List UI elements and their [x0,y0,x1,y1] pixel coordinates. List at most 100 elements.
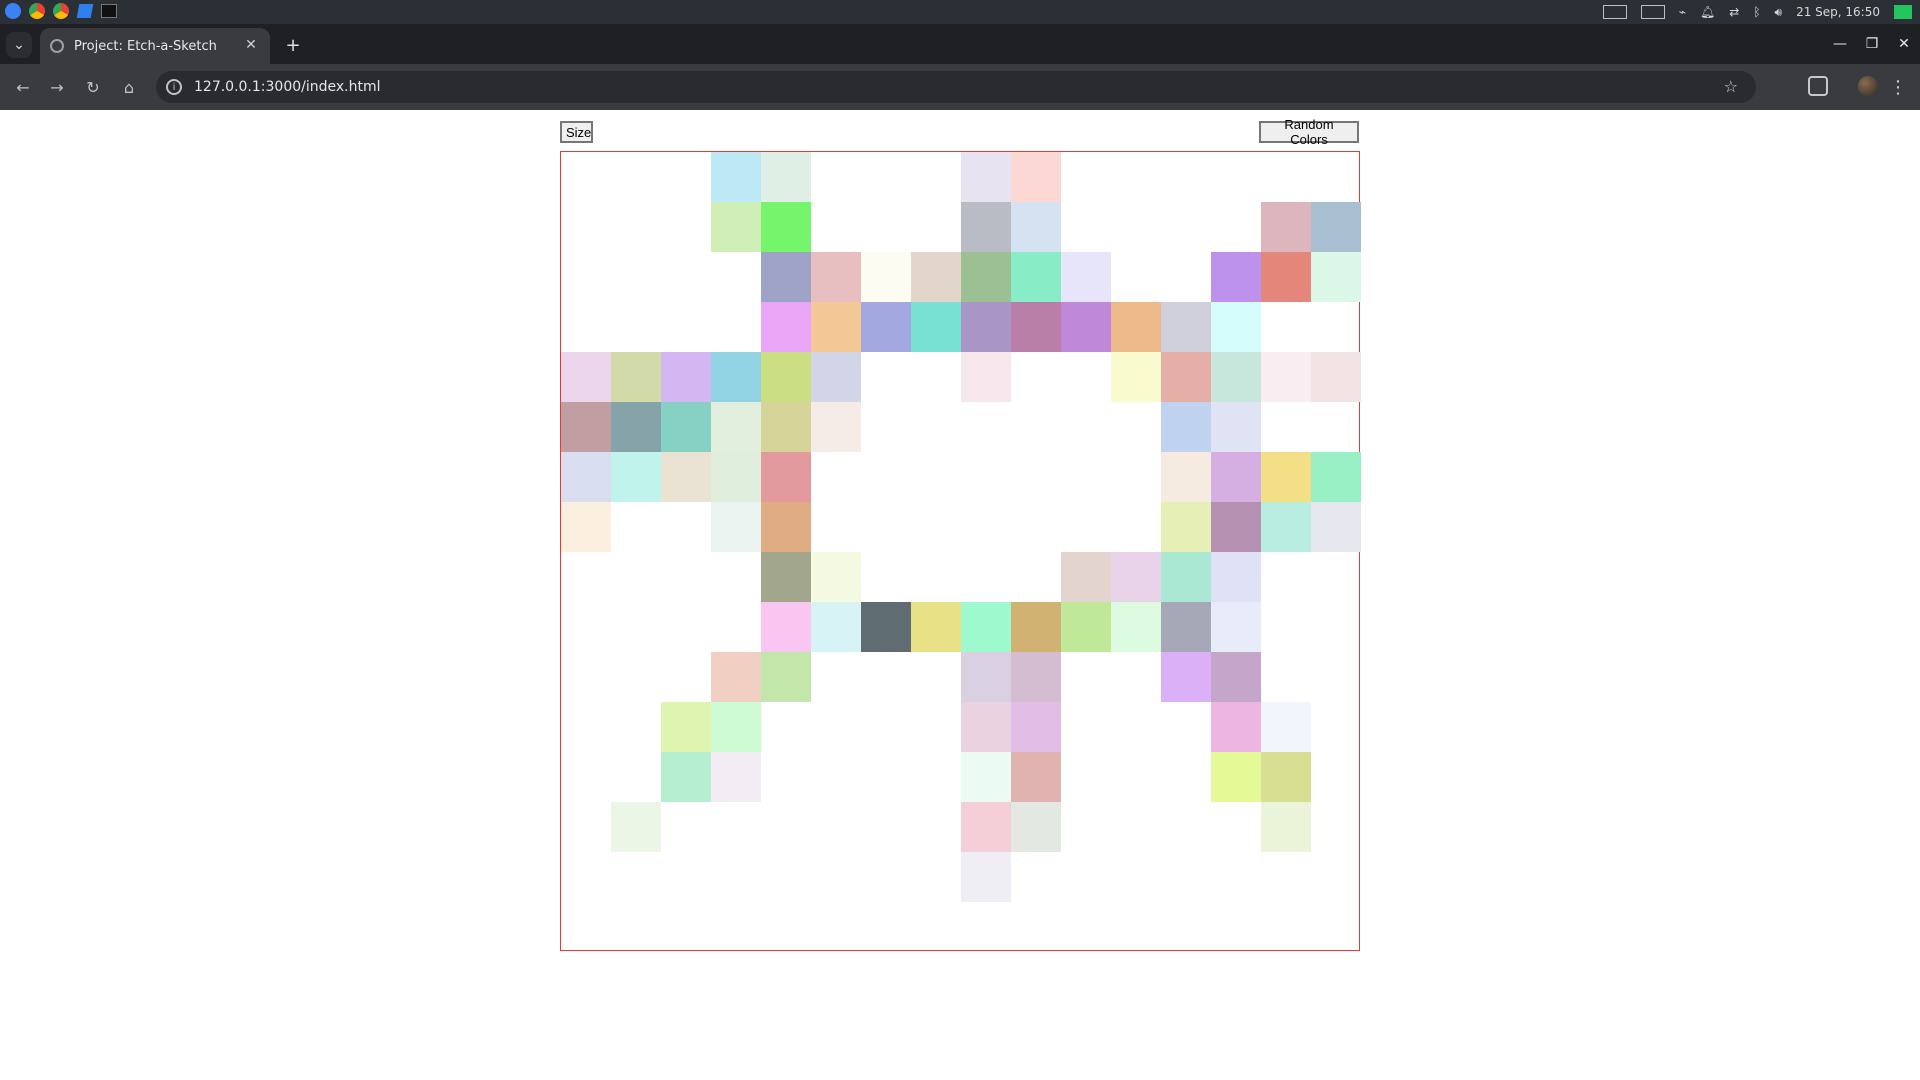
bookmark-star-icon[interactable]: ☆ [1724,77,1738,96]
vscode-icon[interactable] [76,2,94,20]
grid-cell[interactable] [1011,802,1061,852]
chrome-icon[interactable] [28,2,46,20]
grid-cell[interactable] [661,452,711,502]
grid-cell[interactable] [561,502,611,552]
grid-cell[interactable] [961,852,1011,902]
url-text[interactable]: 127.0.0.1:3000/index.html [194,79,381,95]
profile-avatar[interactable] [1858,76,1878,96]
grid-cell[interactable] [711,152,761,202]
grid-cell[interactable] [761,302,811,352]
grid-cell[interactable] [711,202,761,252]
grid-cell[interactable] [1161,502,1211,552]
grid-cell[interactable] [561,352,611,402]
extensions-icon[interactable] [1808,76,1828,96]
grid-cell[interactable] [861,602,911,652]
random-colors-button[interactable]: Random Colors [1259,117,1359,147]
grid-cell[interactable] [1261,352,1311,402]
grid-cell[interactable] [1211,702,1261,752]
grid-cell[interactable] [761,502,811,552]
grid-cell[interactable] [861,252,911,302]
grid-cell[interactable] [561,452,611,502]
grid-cell[interactable] [1261,752,1311,802]
grid-cell[interactable] [761,552,811,602]
grid-cell[interactable] [1011,702,1061,752]
grid-cell[interactable] [1211,752,1261,802]
grid-cell[interactable] [861,302,911,352]
grid-cell[interactable] [961,352,1011,402]
grid-cell[interactable] [711,352,761,402]
sketch-grid[interactable] [560,151,1361,951]
grid-cell[interactable] [961,752,1011,802]
grid-cell[interactable] [811,402,861,452]
grid-cell[interactable] [1311,452,1361,502]
grid-cell[interactable] [1111,602,1161,652]
datetime[interactable]: 21 Sep, 16:50 [1796,5,1880,19]
grid-cell[interactable] [661,352,711,402]
grid-cell[interactable] [811,302,861,352]
grid-cell[interactable] [761,152,811,202]
volume-icon[interactable]: 🔊︎ [1775,5,1783,20]
grid-cell[interactable] [1261,252,1311,302]
grid-cell[interactable] [1161,602,1211,652]
grid-cell[interactable] [961,702,1011,752]
grid-cell[interactable] [961,652,1011,702]
grid-cell[interactable] [1311,252,1361,302]
grid-cell[interactable] [761,452,811,502]
grid-cell[interactable] [711,752,761,802]
grid-cell[interactable] [961,202,1011,252]
forward-icon[interactable]: → [44,74,70,100]
grid-cell[interactable] [1211,652,1261,702]
grid-cell[interactable] [961,152,1011,202]
address-bar[interactable]: i 127.0.0.1:3000/index.html ☆ [156,71,1756,103]
sync-icon[interactable]: ⇄ [1729,5,1739,19]
grid-cell[interactable] [811,252,861,302]
grid-cell[interactable] [911,302,961,352]
grid-cell[interactable] [1161,352,1211,402]
grid-cell[interactable] [1261,202,1311,252]
grid-cell[interactable] [961,802,1011,852]
grid-cell[interactable] [1011,752,1061,802]
reload-icon[interactable]: ↻ [80,74,106,100]
grid-cell[interactable] [661,752,711,802]
grid-cell[interactable] [1111,352,1161,402]
close-tab-icon[interactable]: ✕ [242,36,260,54]
grid-cell[interactable] [1161,402,1211,452]
site-info-icon[interactable]: i [166,79,182,95]
grid-cell[interactable] [811,602,861,652]
grid-cell[interactable] [1211,452,1261,502]
grid-cell[interactable] [1261,502,1311,552]
grid-cell[interactable] [1211,552,1261,602]
grid-cell[interactable] [961,302,1011,352]
grid-cell[interactable] [1211,502,1261,552]
grid-cell[interactable] [1011,202,1061,252]
tab-search-button[interactable]: ⌄ [6,32,32,58]
grid-cell[interactable] [911,252,961,302]
terminal-icon[interactable] [100,2,118,20]
grid-cell[interactable] [761,252,811,302]
size-button[interactable]: Size [560,121,593,143]
grid-cell[interactable] [561,402,611,452]
grid-cell[interactable] [1311,202,1361,252]
minimize-icon[interactable]: — [1824,24,1856,64]
grid-cell[interactable] [711,502,761,552]
grid-cell[interactable] [611,802,661,852]
workspace-indicator[interactable] [1640,5,1665,19]
grid-cell[interactable] [661,402,711,452]
grid-cell[interactable] [1111,302,1161,352]
grid-cell[interactable] [611,352,661,402]
grid-cell[interactable] [761,402,811,452]
grid-cell[interactable] [761,652,811,702]
grid-cell[interactable] [961,602,1011,652]
tab-active[interactable]: Project: Etch-a-Sketch ✕ [40,28,270,64]
grid-cell[interactable] [1061,252,1111,302]
chrome-icon[interactable] [52,2,70,20]
close-window-icon[interactable]: ✕ [1888,24,1920,64]
grid-cell[interactable] [711,702,761,752]
grid-cell[interactable] [1211,302,1261,352]
grid-cell[interactable] [761,352,811,402]
grid-cell[interactable] [1011,652,1061,702]
grid-cell[interactable] [1161,552,1211,602]
grid-cell[interactable] [661,702,711,752]
grid-cell[interactable] [1011,152,1061,202]
grid-cell[interactable] [1311,502,1361,552]
